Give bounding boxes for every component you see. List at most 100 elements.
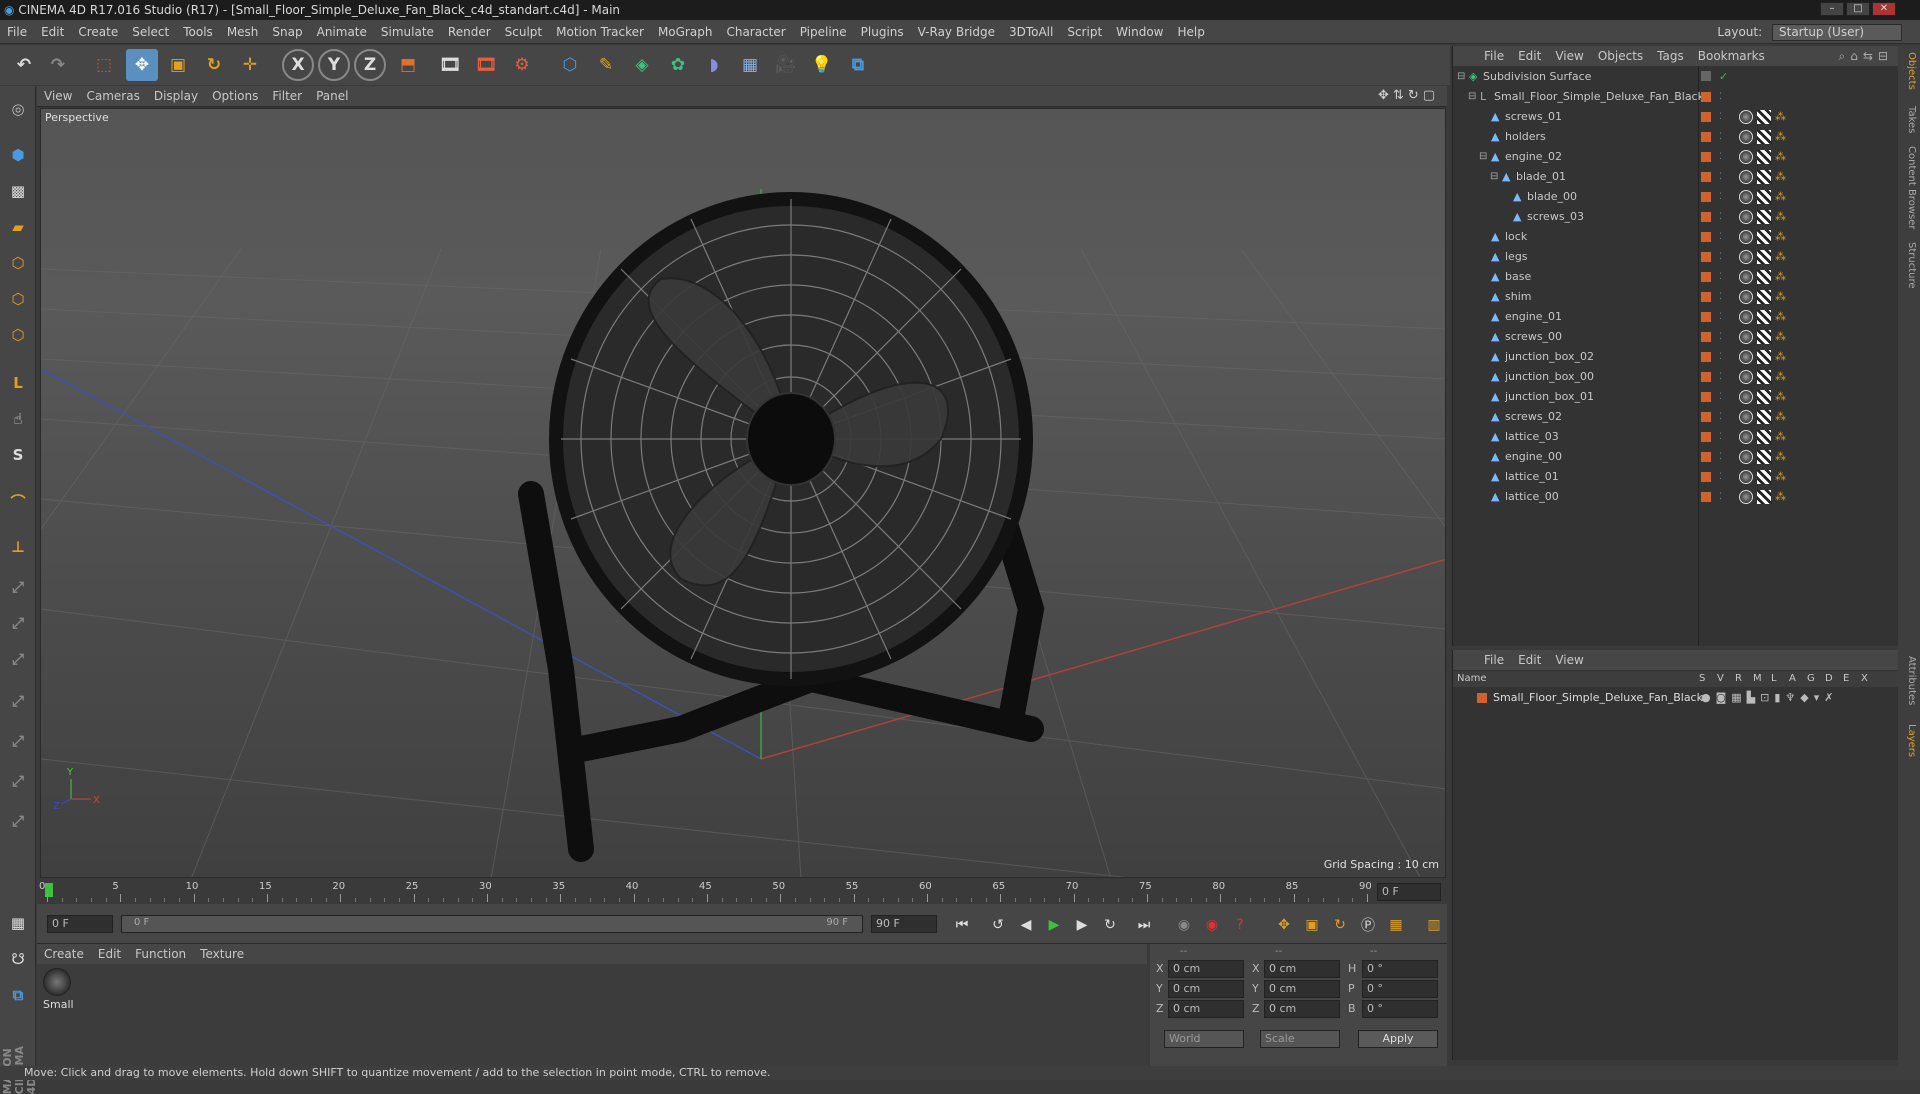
material-tag-icon[interactable]	[1739, 110, 1753, 124]
layout-dropdown[interactable]: Startup (User)	[1772, 24, 1902, 41]
move-tool-icon[interactable]: ✥	[126, 49, 158, 81]
texture-tag-icon[interactable]	[1757, 110, 1771, 124]
tab-layers[interactable]: Layers	[1901, 724, 1917, 757]
menu-item-11[interactable]: Motion Tracker	[549, 20, 651, 44]
object-menu-item-1[interactable]: Edit	[1511, 46, 1548, 66]
phong-tag-icon[interactable]: ⁂	[1775, 307, 1786, 327]
visibility-dots-icon[interactable]: ⁚	[1719, 407, 1722, 427]
menu-item-13[interactable]: Character	[719, 20, 792, 44]
expand-toggle-icon[interactable]: ⊟	[1479, 147, 1487, 167]
visibility-dots-icon[interactable]: ⁚	[1719, 87, 1722, 107]
layer-color-icon[interactable]	[1701, 292, 1711, 302]
key-rotation-icon[interactable]: ↻	[1327, 913, 1353, 937]
position-field[interactable]: 0 cm	[1168, 960, 1244, 978]
key-position-icon[interactable]: ✥	[1271, 913, 1297, 937]
next-key-icon[interactable]: ↻	[1097, 913, 1123, 937]
visibility-dots-icon[interactable]: ⁚	[1719, 467, 1722, 487]
texture-tag-icon[interactable]	[1757, 410, 1771, 424]
phong-tag-icon[interactable]: ⁂	[1775, 367, 1786, 387]
viewport-menu-item-0[interactable]: View	[37, 86, 79, 107]
layer-color-icon[interactable]	[1701, 272, 1711, 282]
material-menu-item-1[interactable]: Edit	[91, 944, 128, 964]
object-tree-row[interactable]: ▲ shim ⁚ ⁂	[1453, 287, 1899, 307]
go-to-start-icon[interactable]: ⏮	[949, 913, 975, 937]
layer-color-icon[interactable]	[1701, 172, 1711, 182]
next-frame-icon[interactable]: ▶	[1069, 913, 1095, 937]
phong-tag-icon[interactable]: ⁂	[1775, 147, 1786, 167]
python-script-icon[interactable]: ⧉	[3, 980, 33, 1010]
visibility-dots-icon[interactable]: ⁚	[1719, 427, 1722, 447]
object-tree-row[interactable]: ▲ lattice_03 ⁚ ⁂	[1453, 427, 1899, 447]
phong-tag-icon[interactable]: ⁂	[1775, 267, 1786, 287]
visibility-dots-icon[interactable]: ⁚	[1719, 327, 1722, 347]
record-icon[interactable]: ◉	[1199, 913, 1225, 937]
object-tree-row[interactable]: ▲ junction_box_02 ⁚ ⁂	[1453, 347, 1899, 367]
viewport-menu-item-4[interactable]: Filter	[265, 86, 309, 107]
texture-tag-icon[interactable]	[1757, 370, 1771, 384]
object-menu-item-0[interactable]: File	[1477, 46, 1511, 66]
x-axis-lock-icon[interactable]: X	[282, 49, 314, 81]
material-tag-icon[interactable]	[1739, 450, 1753, 464]
floor-icon[interactable]: ▦	[734, 49, 766, 81]
viewport-menu-item-1[interactable]: Cameras	[79, 86, 146, 107]
expand-toggle-icon[interactable]: ⊟	[1490, 167, 1498, 187]
phong-tag-icon[interactable]: ⁂	[1775, 347, 1786, 367]
menu-item-10[interactable]: Sculpt	[498, 20, 549, 44]
workplane-axis-icon[interactable]: ⊥	[3, 532, 33, 562]
deformer-icon[interactable]: ◗	[698, 49, 730, 81]
menu-item-5[interactable]: Mesh	[220, 20, 266, 44]
layer-color-icon[interactable]	[1701, 92, 1711, 102]
layer-flag-header[interactable]: G	[1807, 671, 1825, 687]
previous-frame-icon[interactable]: ◀	[1013, 913, 1039, 937]
phong-tag-icon[interactable]: ⁂	[1775, 387, 1786, 407]
rotation-field[interactable]: 0 °	[1362, 1000, 1438, 1018]
texture-tag-icon[interactable]	[1757, 230, 1771, 244]
phong-tag-icon[interactable]: ⁂	[1775, 447, 1786, 467]
layer-color-icon[interactable]	[1701, 312, 1711, 322]
array-icon[interactable]: ✿	[662, 49, 694, 81]
material-tag-icon[interactable]	[1739, 350, 1753, 364]
menu-item-20[interactable]: Help	[1170, 20, 1211, 44]
layer-color-icon[interactable]	[1701, 132, 1711, 142]
layer-color-icon[interactable]	[1701, 212, 1711, 222]
object-tree-row[interactable]: ⊟ L Small_Floor_Simple_Deluxe_Fan_Black ⁚	[1453, 87, 1899, 107]
menu-item-15[interactable]: Plugins	[854, 20, 911, 44]
layer-color-icon[interactable]	[1701, 112, 1711, 122]
tab-content-browser[interactable]: Content Browser	[1901, 146, 1917, 229]
make-editable-icon[interactable]: ◎	[3, 94, 33, 124]
texture-tag-icon[interactable]	[1757, 390, 1771, 404]
menu-item-2[interactable]: Create	[71, 20, 125, 44]
layer-flag-header[interactable]: A	[1789, 671, 1807, 687]
visibility-dots-icon[interactable]: ⁚	[1719, 107, 1722, 127]
phong-tag-icon[interactable]: ⁂	[1775, 487, 1786, 507]
menu-item-17[interactable]: 3DToAll	[1002, 20, 1060, 44]
expand-toggle-icon[interactable]: ⊟	[1457, 67, 1465, 87]
scale-tool-icon[interactable]: ▣	[162, 49, 194, 81]
viewport-nav-icons[interactable]: ✥⇅↻▢	[1378, 88, 1439, 103]
menu-item-4[interactable]: Tools	[176, 20, 220, 44]
visibility-dots-icon[interactable]: ⁚	[1719, 267, 1722, 287]
perspective-viewport[interactable]: Perspective Y X Z Grid Spacing: 10 cm	[40, 108, 1446, 878]
material-tag-icon[interactable]	[1739, 370, 1753, 384]
texture-tag-icon[interactable]	[1757, 250, 1771, 264]
viewport-menu-item-3[interactable]: Options	[205, 86, 265, 107]
phong-tag-icon[interactable]: ⁂	[1775, 107, 1786, 127]
previous-key-icon[interactable]: ↺	[985, 913, 1011, 937]
tab-structure[interactable]: Structure	[1901, 242, 1917, 289]
material-tag-icon[interactable]	[1739, 430, 1753, 444]
texture-tag-icon[interactable]	[1757, 210, 1771, 224]
object-tree-row[interactable]: ▲ holders ⁚ ⁂	[1453, 127, 1899, 147]
texture-tag-icon[interactable]	[1757, 350, 1771, 364]
light-icon[interactable]: 💡	[806, 49, 838, 81]
object-menu-item-2[interactable]: View	[1548, 46, 1590, 66]
material-tag-icon[interactable]	[1739, 170, 1753, 184]
menu-item-19[interactable]: Window	[1109, 20, 1170, 44]
material-tag-icon[interactable]	[1739, 330, 1753, 344]
menu-item-0[interactable]: File	[0, 20, 34, 44]
model-mode-icon[interactable]: ⬢	[3, 140, 33, 170]
y-axis-lock-icon[interactable]: Y	[318, 49, 350, 81]
start-frame-field[interactable]: 0 F	[47, 915, 113, 933]
layer-color-icon[interactable]	[1701, 412, 1711, 422]
coordinate-mode-dropdown[interactable]: World	[1164, 1030, 1244, 1048]
mask-brush-icon[interactable]: ⤢	[3, 806, 33, 836]
